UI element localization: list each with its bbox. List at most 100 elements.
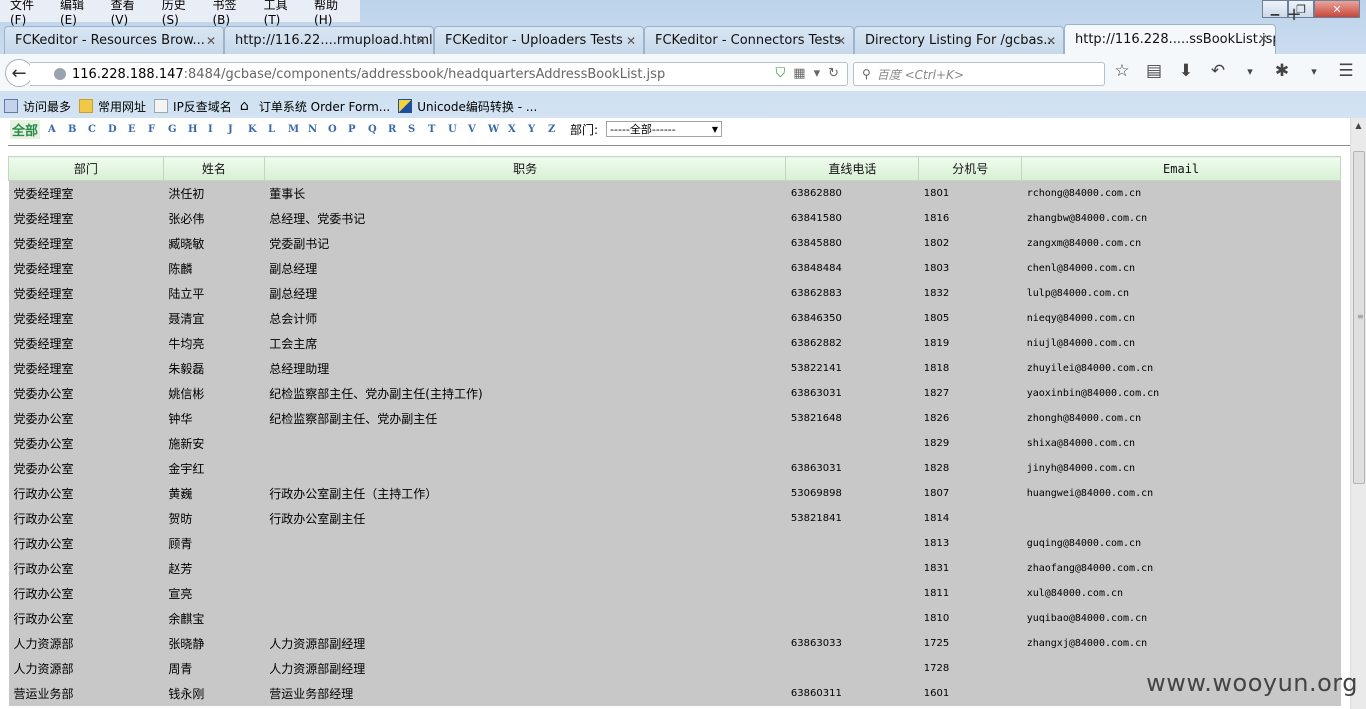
browser-tab[interactable]: FCKeditor - Resources Brow... ✕	[4, 26, 224, 54]
search-input[interactable]: ⚲ 百度 <Ctrl+K>	[853, 62, 1105, 86]
table-cell: 施新安	[163, 430, 265, 456]
table-cell: 党委办公室	[8, 405, 164, 431]
tab-label: FCKeditor - Connectors Tests	[655, 33, 841, 48]
search-icon: ⚲	[862, 67, 871, 81]
letter-link[interactable]: U	[448, 124, 468, 135]
letter-link[interactable]: N	[308, 124, 328, 135]
letter-link[interactable]: A	[48, 124, 68, 135]
new-tab-icon[interactable]: +	[1284, 4, 1304, 26]
table-row: 党委经理室 朱毅磊 总经理助理 53822141 1818 zhuyilei@84000.…	[8, 355, 1341, 381]
chevron-down-icon[interactable]: ▾	[1304, 65, 1324, 78]
url-bar[interactable]: 116.228.188.147:8484/gcbase/components/a…	[30, 62, 848, 86]
reading-list-icon[interactable]: ▤	[1144, 61, 1164, 81]
letter-link[interactable]: B	[68, 124, 88, 135]
browser-tab[interactable]: FCKeditor - Connectors Tests ✕	[644, 26, 854, 54]
table-cell: 周青	[163, 655, 265, 681]
bookmark-star-icon[interactable]: ☆	[1112, 61, 1132, 81]
browser-tab[interactable]: http://116.22....rmupload.html ✕	[224, 26, 434, 54]
menu-icon[interactable]: ☰	[1336, 61, 1356, 81]
table-body: 党委经理室 洪任初 董事长 63862880 1801 rchong@84000.com.…	[8, 180, 1341, 706]
browser-tab[interactable]: Directory Listing For /gcbas... ✕	[854, 26, 1064, 54]
table-cell: 1819	[918, 330, 1022, 356]
letter-link[interactable]: Y	[528, 124, 548, 135]
undo-icon[interactable]: ↶	[1208, 61, 1228, 81]
table-cell: 行政办公室	[8, 480, 164, 506]
close-tab-icon[interactable]: ✕	[206, 34, 216, 48]
letter-link[interactable]: C	[88, 124, 108, 135]
letter-link[interactable]: E	[128, 124, 148, 135]
letter-link[interactable]: D	[108, 124, 128, 135]
letter-link[interactable]: P	[348, 124, 368, 135]
download-icon[interactable]: ⬇	[1176, 61, 1196, 81]
table-cell: 63841580	[785, 205, 919, 231]
close-tab-icon[interactable]: ✕	[626, 34, 636, 48]
letter-link[interactable]: J	[228, 124, 248, 135]
menu-item[interactable]: 查看(V)	[105, 0, 156, 27]
bookmark-item[interactable]: Unicode编码转换 - ...	[398, 98, 537, 115]
menu-item[interactable]: 文件(F)	[4, 0, 54, 27]
bookmark-item[interactable]: ⌂ 订单系统 Order Form...	[240, 98, 390, 115]
letter-link[interactable]: R	[388, 124, 408, 135]
letter-link[interactable]: I	[208, 124, 228, 135]
close-tab-icon[interactable]: ✕	[836, 34, 846, 48]
bookmark-item[interactable]: 访问最多	[4, 98, 71, 115]
extension-icon[interactable]: ✱	[1272, 61, 1292, 81]
shield-icon[interactable]: ⛉	[776, 66, 786, 81]
menu-item[interactable]: 工具(T)	[258, 0, 308, 27]
table-cell: 人力资源部	[8, 630, 164, 656]
letter-link[interactable]: S	[408, 124, 428, 135]
menu-item[interactable]: 书签(B)	[206, 0, 257, 27]
letter-link[interactable]: V	[468, 124, 488, 135]
letter-link[interactable]: O	[328, 124, 348, 135]
letter-link[interactable]: T	[428, 124, 448, 135]
dept-select[interactable]: -----全部------ ▼	[606, 121, 723, 137]
letter-link[interactable]: F	[148, 124, 168, 135]
table-row: 党委经理室 陆立平 副总经理 63862883 1832 lulp@84000.com.c…	[8, 280, 1341, 306]
dropdown-icon[interactable]: ▾	[814, 66, 821, 81]
letter-link[interactable]: W	[488, 124, 508, 135]
table-cell	[264, 455, 786, 481]
reload-icon[interactable]: ↻	[828, 66, 839, 81]
letter-link[interactable]: H	[188, 124, 208, 135]
bookmarks-bar: 访问最多 常用网址 IP反查域名 ⌂ 订单系统 Order Form... Unicode…	[0, 94, 1366, 118]
table-cell: 人力资源部副经理	[264, 655, 786, 681]
bookmark-item[interactable]: 常用网址	[79, 98, 146, 115]
letter-link[interactable]: K	[248, 124, 268, 135]
globe-icon	[54, 68, 66, 80]
close-tab-icon[interactable]: ✕	[1258, 32, 1268, 46]
table-row: 人力资源部 张晓静 人力资源部副经理 63863033 1725 zhangxj@8400…	[8, 630, 1341, 656]
letter-link[interactable]: M	[288, 124, 308, 135]
close-window-icon[interactable]: ✕	[1314, 0, 1360, 18]
letter-link[interactable]: Z	[548, 124, 568, 135]
table-cell: 党委经理室	[8, 180, 164, 206]
table-cell: chenl@84000.com.cn	[1021, 255, 1341, 281]
close-tab-icon[interactable]: ✕	[1046, 34, 1056, 48]
close-tab-icon[interactable]: ✕	[416, 34, 426, 48]
bookmark-item[interactable]: IP反查域名	[154, 98, 232, 115]
filter-all-link[interactable]: 全部	[10, 119, 41, 139]
letter-link[interactable]: G	[168, 124, 188, 135]
browser-tab[interactable]: http://116.228.....ssBookList.jsp ✕	[1064, 24, 1276, 54]
chevron-down-icon[interactable]: ▾	[1240, 65, 1260, 78]
scroll-up-icon[interactable]: ▲	[1351, 118, 1366, 134]
letter-link[interactable]: Q	[368, 124, 388, 135]
menu-item[interactable]: 历史(S)	[156, 0, 207, 27]
tab-label: http://116.22....rmupload.html	[235, 33, 433, 48]
browser-tab[interactable]: FCKeditor - Uploaders Tests ✕	[434, 26, 644, 54]
letter-link[interactable]: L	[268, 124, 288, 135]
menu-item[interactable]: 编辑(E)	[54, 0, 105, 27]
scrollbar-thumb[interactable]: ≡	[1353, 151, 1365, 484]
table-cell	[785, 655, 919, 681]
table-header-row: 部门 姓名 职务 直线电话 分机号 Email	[8, 156, 1341, 181]
table-row: 党委经理室 聂清宜 总会计师 63846350 1805 nieqy@84000.com.…	[8, 305, 1341, 331]
menu-item[interactable]: 帮助(H)	[308, 0, 360, 27]
back-button[interactable]: ←	[5, 59, 33, 87]
table-cell: 纪检监察部副主任、党办副主任	[264, 405, 786, 431]
letter-link[interactable]: X	[508, 124, 528, 135]
table-cell: 1805	[918, 305, 1022, 331]
table-cell	[785, 530, 919, 556]
qrcode-icon[interactable]: ▦	[793, 66, 805, 81]
bookmark-icon	[4, 99, 18, 113]
table-row: 行政办公室 宣亮 1811 xul@84000.com.cn	[8, 580, 1341, 606]
vertical-scrollbar[interactable]: ▲ ≡	[1350, 118, 1366, 709]
